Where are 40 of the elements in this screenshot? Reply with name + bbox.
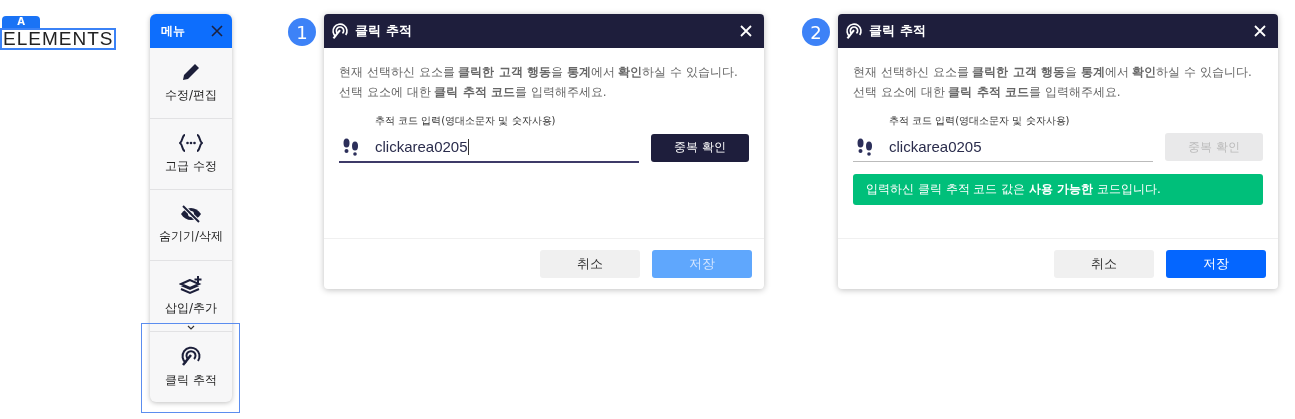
- duplicate-check-button[interactable]: 중복 확인: [651, 133, 749, 162]
- menu-item[interactable]: 고급 수정: [150, 118, 232, 189]
- menu-title: 메뉴: [161, 22, 185, 40]
- step-number: 1: [288, 18, 316, 46]
- description-text: 선택 요소에 대한 클릭 추적 코드를 입력해주세요.: [853, 84, 1122, 101]
- input-field[interactable]: clickarea0205: [339, 132, 639, 163]
- click-target-icon: [845, 22, 863, 40]
- description-text: 선택 요소에 대한 클릭 추적 코드를 입력해주세요.: [339, 84, 608, 101]
- footprints-icon: [342, 137, 360, 156]
- chevron-down-icon[interactable]: [187, 325, 195, 330]
- menu-item-label: 클릭 추적: [165, 372, 217, 389]
- description-text: 현재 선택하신 요소를 클릭한 고객 행동을 통계에서 확인하실 수 있습니다.: [339, 64, 739, 81]
- description-text: 현재 선택하신 요소를 클릭한 고객 행동을 통계에서 확인하실 수 있습니다.: [853, 64, 1253, 81]
- menu-item[interactable]: 숨기기/삭제: [150, 189, 232, 260]
- eye-slash-icon: [180, 205, 202, 223]
- menu-item[interactable]: 클릭 추적: [150, 331, 232, 402]
- cancel-button[interactable]: 취소: [1054, 250, 1154, 278]
- success-message: 입력하신 클릭 추적 코드 값은 사용 가능한 코드입니다.: [853, 174, 1263, 205]
- layers-plus-icon: [179, 275, 203, 295]
- click-target-icon: [180, 345, 202, 367]
- field-label: 추적 코드 입력(영대소문자 및 숫자사용): [375, 114, 557, 128]
- step-number: 2: [802, 18, 830, 46]
- cancel-button[interactable]: 취소: [540, 250, 640, 278]
- menu-item-label: 숨기기/삭제: [158, 228, 223, 245]
- save-button[interactable]: 저장: [1166, 250, 1266, 278]
- click-target-icon: [331, 22, 349, 40]
- menu-item-label: 고급 수정: [165, 158, 217, 175]
- pencil-icon: [181, 62, 201, 82]
- dialog-title: 클릭 추적: [869, 22, 927, 40]
- footprints-icon: [856, 137, 874, 156]
- field-label: 추적 코드 입력(영대소문자 및 숫자사용): [889, 114, 1071, 128]
- menu-item[interactable]: 삽입/추가: [150, 260, 232, 331]
- code-braces-icon: [179, 133, 203, 153]
- input-field[interactable]: clickarea0205: [853, 132, 1153, 162]
- element-badge: A: [2, 16, 40, 28]
- element-label: ELEMENTS: [0, 28, 117, 50]
- menu-item-label: 수정/편집: [164, 87, 217, 104]
- menu-item-label: 삽입/추가: [164, 300, 217, 317]
- dialog-title: 클릭 추적: [355, 22, 413, 40]
- menu-item[interactable]: 수정/편집: [150, 48, 232, 118]
